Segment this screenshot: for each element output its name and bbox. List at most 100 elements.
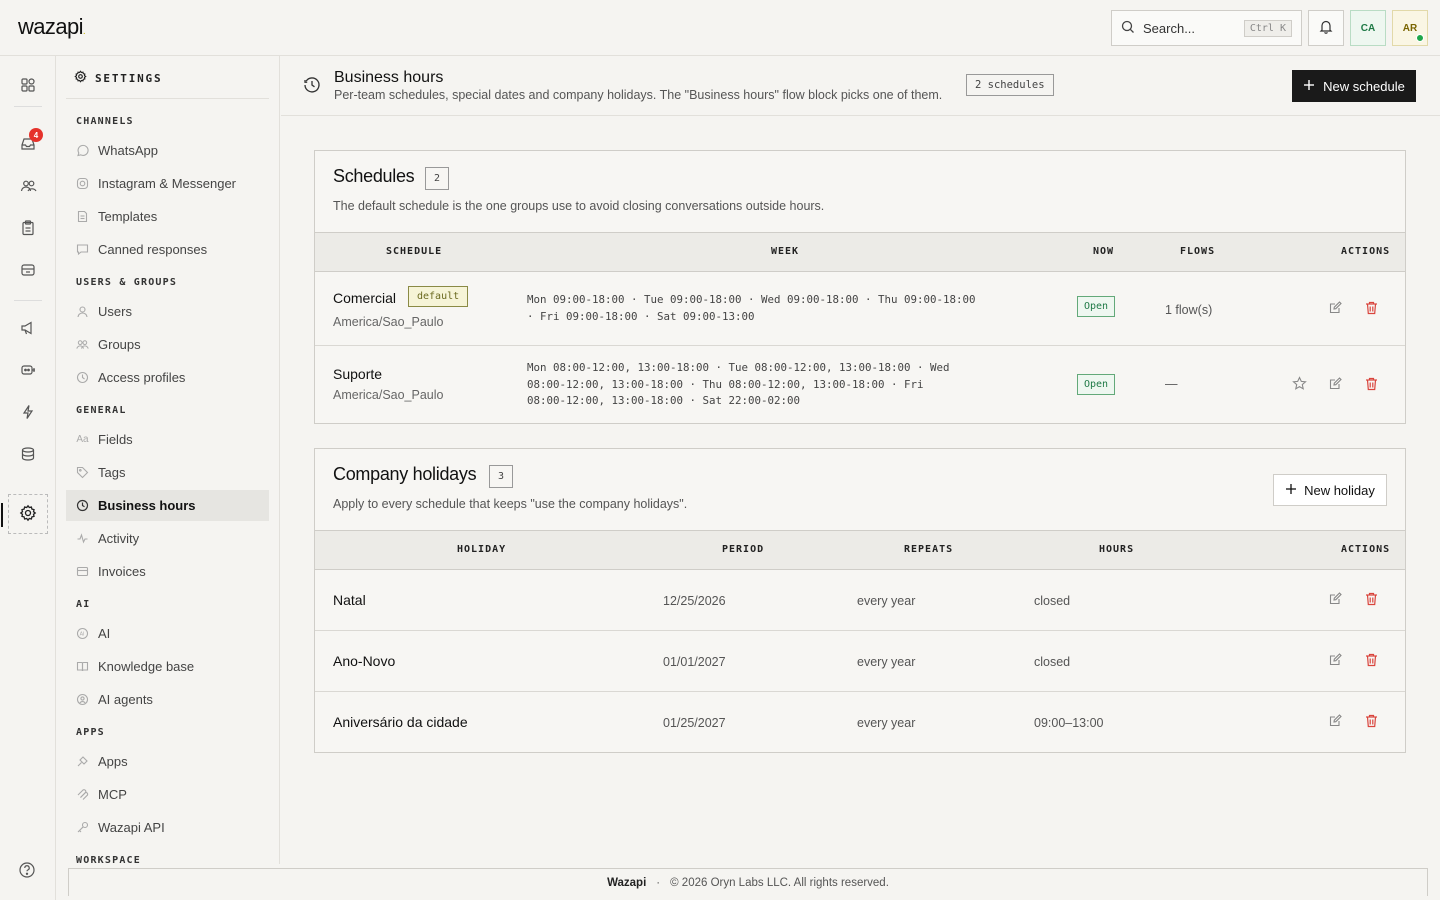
col-holiday: HOLIDAY bbox=[457, 544, 507, 555]
edit-button[interactable] bbox=[1325, 299, 1345, 319]
nav-item-whatsapp[interactable]: WhatsApp bbox=[66, 135, 269, 166]
user-icon bbox=[76, 305, 89, 318]
col-hours: HOURS bbox=[1099, 544, 1135, 555]
delete-button[interactable] bbox=[1361, 651, 1381, 671]
nav-item-templates[interactable]: Templates bbox=[66, 201, 269, 232]
dashboard-icon[interactable] bbox=[16, 73, 40, 97]
notifications-button[interactable] bbox=[1308, 10, 1344, 46]
table-row[interactable]: Natal 12/25/2026 every year closed bbox=[315, 570, 1405, 631]
nav-item-ai[interactable]: AI AI bbox=[66, 618, 269, 649]
holidays-title: Company holidays bbox=[333, 464, 477, 484]
search-shortcut: Ctrl K bbox=[1243, 19, 1292, 37]
holiday-name: Aniversário da cidade bbox=[333, 714, 468, 730]
trash-icon bbox=[1365, 653, 1378, 670]
app-logo[interactable]: wazapi. bbox=[18, 14, 86, 40]
col-week: WEEK bbox=[771, 246, 800, 257]
mcp-icon bbox=[76, 788, 89, 801]
nav-item-instagram[interactable]: Instagram & Messenger bbox=[66, 168, 269, 199]
delete-button[interactable] bbox=[1361, 375, 1381, 395]
table-row[interactable]: Aniversário da cidade 01/25/2027 every y… bbox=[315, 692, 1405, 752]
delete-button[interactable] bbox=[1361, 590, 1381, 610]
bell-icon bbox=[1319, 19, 1333, 37]
schedules-card: Schedules 2 The default schedule is the … bbox=[314, 150, 1406, 424]
nav-section-ai: AI bbox=[76, 599, 91, 610]
nav-item-activity[interactable]: Activity bbox=[66, 523, 269, 554]
schedules-count: 2 bbox=[425, 167, 449, 190]
global-search[interactable]: Search... Ctrl K bbox=[1111, 10, 1302, 46]
settings-nav-title: SETTINGS bbox=[74, 70, 162, 86]
nav-item-tags[interactable]: Tags bbox=[66, 457, 269, 488]
edit-button[interactable] bbox=[1325, 651, 1345, 671]
schedules-table-header: SCHEDULE WEEK NOW FLOWS ACTIONS bbox=[315, 232, 1405, 272]
new-schedule-button[interactable]: New schedule bbox=[1292, 70, 1416, 102]
nav-item-access-profiles[interactable]: Access profiles bbox=[66, 362, 269, 393]
col-schedule: SCHEDULE bbox=[386, 246, 443, 257]
schedules-title: Schedules bbox=[333, 166, 415, 186]
edit-icon bbox=[1329, 301, 1342, 317]
col-repeats: REPEATS bbox=[904, 544, 954, 555]
nav-item-wazapi-api[interactable]: Wazapi API bbox=[66, 812, 269, 843]
nav-item-users[interactable]: Users bbox=[66, 296, 269, 327]
integrations-icon[interactable] bbox=[16, 442, 40, 466]
page-header: Business hours Per-team schedules, speci… bbox=[281, 56, 1440, 116]
nav-item-groups[interactable]: Groups bbox=[66, 329, 269, 360]
nav-item-knowledge-base[interactable]: Knowledge base bbox=[66, 651, 269, 682]
nav-item-apps[interactable]: Apps bbox=[66, 746, 269, 777]
nav-item-fields[interactable]: Aa Fields bbox=[66, 424, 269, 455]
page-title: Business hours bbox=[334, 69, 444, 86]
holiday-repeats: every year bbox=[857, 594, 916, 608]
campaigns-icon[interactable] bbox=[16, 316, 40, 340]
holidays-table-header: HOLIDAY PERIOD REPEATS HOURS ACTIONS bbox=[315, 530, 1405, 570]
new-holiday-button[interactable]: New holiday bbox=[1273, 474, 1387, 506]
tag-icon bbox=[76, 466, 89, 479]
contacts-icon[interactable] bbox=[16, 174, 40, 198]
help-icon bbox=[18, 862, 36, 882]
set-default-button[interactable] bbox=[1289, 375, 1309, 395]
workspace-avatar[interactable]: CA bbox=[1350, 10, 1386, 46]
col-now: NOW bbox=[1093, 246, 1115, 257]
trash-icon bbox=[1365, 714, 1378, 731]
flows-lightning-icon[interactable] bbox=[16, 400, 40, 424]
activity-icon bbox=[76, 532, 89, 545]
footer-brand[interactable]: Wazapi bbox=[607, 877, 646, 889]
table-row[interactable]: Ano-Novo 01/01/2027 every year closed bbox=[315, 631, 1405, 692]
trash-icon bbox=[1365, 377, 1378, 394]
edit-button[interactable] bbox=[1325, 375, 1345, 395]
table-row[interactable]: Suporte America/Sao_Paulo Mon 08:00-12:0… bbox=[315, 346, 1405, 423]
schedule-name: Suporte bbox=[333, 366, 383, 382]
ai-icon: AI bbox=[76, 627, 89, 640]
online-status-dot bbox=[1416, 34, 1424, 42]
plug-icon bbox=[76, 755, 89, 768]
tasks-icon[interactable] bbox=[16, 216, 40, 240]
holiday-repeats: every year bbox=[857, 655, 916, 669]
nav-item-business-hours[interactable]: Business hours bbox=[66, 490, 269, 521]
col-period: PERIOD bbox=[722, 544, 765, 555]
nav-item-canned-responses[interactable]: Canned responses bbox=[66, 234, 269, 265]
delete-button[interactable] bbox=[1361, 299, 1381, 319]
nav-item-ai-agents[interactable]: AI agents bbox=[66, 684, 269, 715]
schedules-count-chip: 2 schedules bbox=[966, 74, 1054, 96]
left-rail: 4 bbox=[0, 56, 56, 900]
settings-rail-item[interactable] bbox=[1, 494, 48, 534]
nav-item-invoices[interactable]: Invoices bbox=[66, 556, 269, 587]
bots-icon[interactable] bbox=[16, 358, 40, 382]
delete-button[interactable] bbox=[1361, 712, 1381, 732]
nav-item-mcp[interactable]: MCP bbox=[66, 779, 269, 810]
chat-bubble-icon bbox=[76, 243, 89, 256]
inbox-icon[interactable]: 4 bbox=[16, 128, 43, 156]
col-actions: ACTIONS bbox=[1341, 544, 1391, 555]
trash-icon bbox=[1365, 301, 1378, 318]
help-button[interactable] bbox=[18, 861, 36, 882]
holiday-repeats: every year bbox=[857, 716, 916, 730]
archive-icon[interactable] bbox=[16, 258, 40, 282]
edit-button[interactable] bbox=[1325, 590, 1345, 610]
table-row[interactable]: Comercial default America/Sao_Paulo Mon … bbox=[315, 272, 1405, 346]
edit-icon bbox=[1329, 377, 1342, 393]
user-avatar[interactable]: AR bbox=[1392, 10, 1428, 46]
schedule-timezone: America/Sao_Paulo bbox=[333, 388, 444, 402]
group-icon bbox=[76, 338, 89, 351]
status-badge: Open bbox=[1077, 296, 1116, 317]
holiday-hours: closed bbox=[1034, 594, 1071, 608]
edit-button[interactable] bbox=[1325, 712, 1345, 732]
book-icon bbox=[76, 660, 89, 673]
